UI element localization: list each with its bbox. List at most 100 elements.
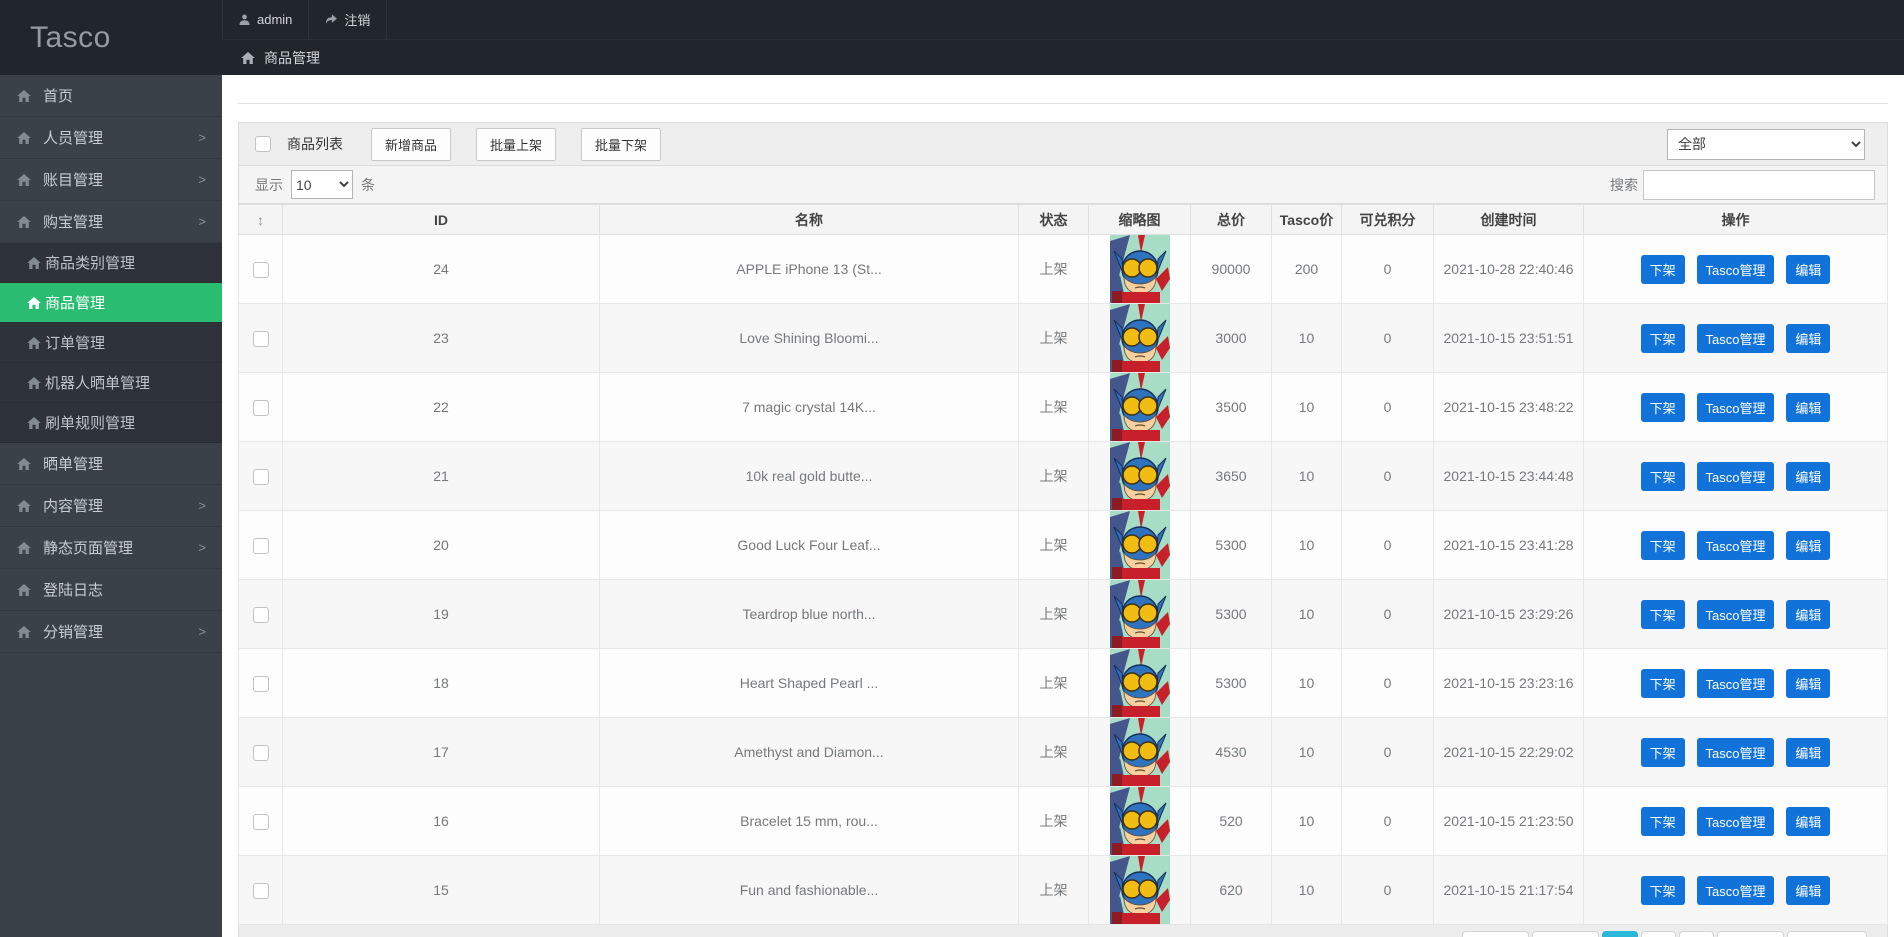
sidebar-item-label: 购宝管理 bbox=[43, 211, 103, 232]
sidebar-item[interactable]: 登陆日志 bbox=[0, 569, 222, 611]
select-all-checkbox[interactable] bbox=[255, 136, 271, 152]
sidebar-item-label: 静态页面管理 bbox=[43, 537, 133, 558]
pagination-button[interactable]: 3 bbox=[1679, 931, 1714, 937]
sidebar-item[interactable]: 内容管理> bbox=[0, 485, 222, 527]
sidebar-item[interactable]: 购宝管理> bbox=[0, 201, 222, 243]
tasco-manage-button[interactable]: Tasco管理 bbox=[1697, 324, 1775, 353]
search-input[interactable] bbox=[1643, 170, 1875, 200]
created-cell: 2021-10-15 23:23:16 bbox=[1434, 649, 1584, 718]
off-shelf-button[interactable]: 下架 bbox=[1641, 807, 1685, 836]
sort-header[interactable]: ↕ bbox=[239, 205, 283, 235]
table-header-row: ↕ ID 名称 状态 缩略图 总价 Tasco价 可兑积分 创建时间 操作 bbox=[239, 205, 1888, 235]
off-shelf-button[interactable]: 下架 bbox=[1641, 669, 1685, 698]
status-cell: 上架 bbox=[1019, 511, 1089, 580]
sidebar-item[interactable]: 分销管理> bbox=[0, 611, 222, 653]
page-size-select[interactable]: 10 bbox=[291, 170, 353, 199]
edit-button[interactable]: 编辑 bbox=[1786, 738, 1830, 767]
row-checkbox[interactable] bbox=[253, 745, 269, 761]
id-cell: 18 bbox=[283, 649, 600, 718]
row-checkbox[interactable] bbox=[253, 607, 269, 623]
add-product-button[interactable]: 新增商品 bbox=[371, 128, 451, 161]
tasco-manage-button[interactable]: Tasco管理 bbox=[1697, 255, 1775, 284]
edit-button[interactable]: 编辑 bbox=[1786, 669, 1830, 698]
price-cell: 620 bbox=[1191, 856, 1272, 925]
sidebar-item[interactable]: 首页 bbox=[0, 75, 222, 117]
checkbox-cell bbox=[239, 649, 283, 718]
row-checkbox[interactable] bbox=[253, 676, 269, 692]
topbar-user[interactable]: admin bbox=[222, 0, 309, 39]
category-filter-select[interactable]: 全部 bbox=[1667, 129, 1865, 160]
sidebar-item[interactable]: 静态页面管理> bbox=[0, 527, 222, 569]
sidebar-subitem[interactable]: 机器人晒单管理 bbox=[0, 363, 222, 403]
off-shelf-button[interactable]: 下架 bbox=[1641, 324, 1685, 353]
edit-button[interactable]: 编辑 bbox=[1786, 324, 1830, 353]
off-shelf-button[interactable]: 下架 bbox=[1641, 393, 1685, 422]
edit-button[interactable]: 编辑 bbox=[1786, 531, 1830, 560]
tasco-manage-button[interactable]: Tasco管理 bbox=[1697, 600, 1775, 629]
name-cell: Bracelet 15 mm, rou... bbox=[600, 787, 1019, 856]
batch-off-shelf-button[interactable]: 批量下架 bbox=[581, 128, 661, 161]
row-checkbox[interactable] bbox=[253, 814, 269, 830]
list-title: 商品列表 bbox=[287, 134, 343, 154]
row-checkbox[interactable] bbox=[253, 331, 269, 347]
tasco-manage-button[interactable]: Tasco管理 bbox=[1697, 531, 1775, 560]
off-shelf-button[interactable]: 下架 bbox=[1641, 531, 1685, 560]
status-cell: 上架 bbox=[1019, 442, 1089, 511]
breadcrumb: 商品管理 bbox=[222, 39, 1904, 75]
pagination-button[interactable]: 2 bbox=[1641, 931, 1676, 937]
table-row: 16 Bracelet 15 mm, rou... 上架 bbox=[239, 787, 1888, 856]
pagination-button[interactable]: 1 bbox=[1602, 931, 1637, 937]
sidebar-subitem[interactable]: 商品类别管理 bbox=[0, 243, 222, 283]
row-checkbox[interactable] bbox=[253, 400, 269, 416]
tasco-manage-button[interactable]: Tasco管理 bbox=[1697, 876, 1775, 905]
sidebar-item[interactable]: 晒单管理 bbox=[0, 443, 222, 485]
edit-button[interactable]: 编辑 bbox=[1786, 600, 1830, 629]
sidebar-subitem[interactable]: 商品管理 bbox=[0, 283, 222, 323]
row-checkbox[interactable] bbox=[253, 262, 269, 278]
edit-button[interactable]: 编辑 bbox=[1786, 462, 1830, 491]
name-cell: Fun and fashionable... bbox=[600, 856, 1019, 925]
thumbnail-cell bbox=[1089, 649, 1191, 718]
points-cell: 0 bbox=[1342, 373, 1434, 442]
table-row: 15 Fun and fashionable... 上架 bbox=[239, 856, 1888, 925]
tasco-manage-button[interactable]: Tasco管理 bbox=[1697, 462, 1775, 491]
page-content: 商品列表 新增商品 批量上架 批量下架 全部 显示 10 条 搜索 bbox=[222, 103, 1904, 937]
thumbnail-cell bbox=[1089, 373, 1191, 442]
unit-label: 条 bbox=[361, 175, 375, 195]
batch-on-shelf-button[interactable]: 批量上架 bbox=[476, 128, 556, 161]
tasco-price-cell: 10 bbox=[1272, 580, 1342, 649]
sidebar-item[interactable]: 账目管理> bbox=[0, 159, 222, 201]
sidebar-item[interactable]: 人员管理> bbox=[0, 117, 222, 159]
chevron-right-icon: > bbox=[198, 130, 206, 145]
tasco-manage-button[interactable]: Tasco管理 bbox=[1697, 807, 1775, 836]
off-shelf-button[interactable]: 下架 bbox=[1641, 255, 1685, 284]
tasco-manage-button[interactable]: Tasco管理 bbox=[1697, 669, 1775, 698]
sidebar-subitem[interactable]: 订单管理 bbox=[0, 323, 222, 363]
row-checkbox[interactable] bbox=[253, 469, 269, 485]
sidebar-subitem[interactable]: 刷单规则管理 bbox=[0, 403, 222, 443]
tasco-manage-button[interactable]: Tasco管理 bbox=[1697, 738, 1775, 767]
edit-button[interactable]: 编辑 bbox=[1786, 807, 1830, 836]
tasco-manage-button[interactable]: Tasco管理 bbox=[1697, 393, 1775, 422]
search-area: 搜索 bbox=[1610, 170, 1875, 200]
logout-button[interactable]: 注销 bbox=[309, 0, 387, 39]
edit-button[interactable]: 编辑 bbox=[1786, 255, 1830, 284]
off-shelf-button[interactable]: 下架 bbox=[1641, 462, 1685, 491]
off-shelf-button[interactable]: 下架 bbox=[1641, 876, 1685, 905]
off-shelf-button[interactable]: 下架 bbox=[1641, 600, 1685, 629]
pagination-button[interactable]: 上一页 bbox=[1532, 931, 1599, 937]
row-checkbox[interactable] bbox=[253, 883, 269, 899]
chevron-right-icon: > bbox=[198, 624, 206, 639]
points-cell: 0 bbox=[1342, 304, 1434, 373]
sidebar-item-label: 账目管理 bbox=[43, 169, 103, 190]
id-cell: 23 bbox=[283, 304, 600, 373]
pagination-button[interactable]: 第一页 bbox=[1462, 931, 1529, 937]
ops-cell: 下架 Tasco管理 编辑 bbox=[1584, 787, 1888, 856]
pagination-button[interactable]: 最后一页 bbox=[1787, 931, 1867, 937]
off-shelf-button[interactable]: 下架 bbox=[1641, 738, 1685, 767]
row-checkbox[interactable] bbox=[253, 538, 269, 554]
pagination-button[interactable]: 下一页 bbox=[1717, 931, 1784, 937]
edit-button[interactable]: 编辑 bbox=[1786, 393, 1830, 422]
edit-button[interactable]: 编辑 bbox=[1786, 876, 1830, 905]
points-cell: 0 bbox=[1342, 511, 1434, 580]
